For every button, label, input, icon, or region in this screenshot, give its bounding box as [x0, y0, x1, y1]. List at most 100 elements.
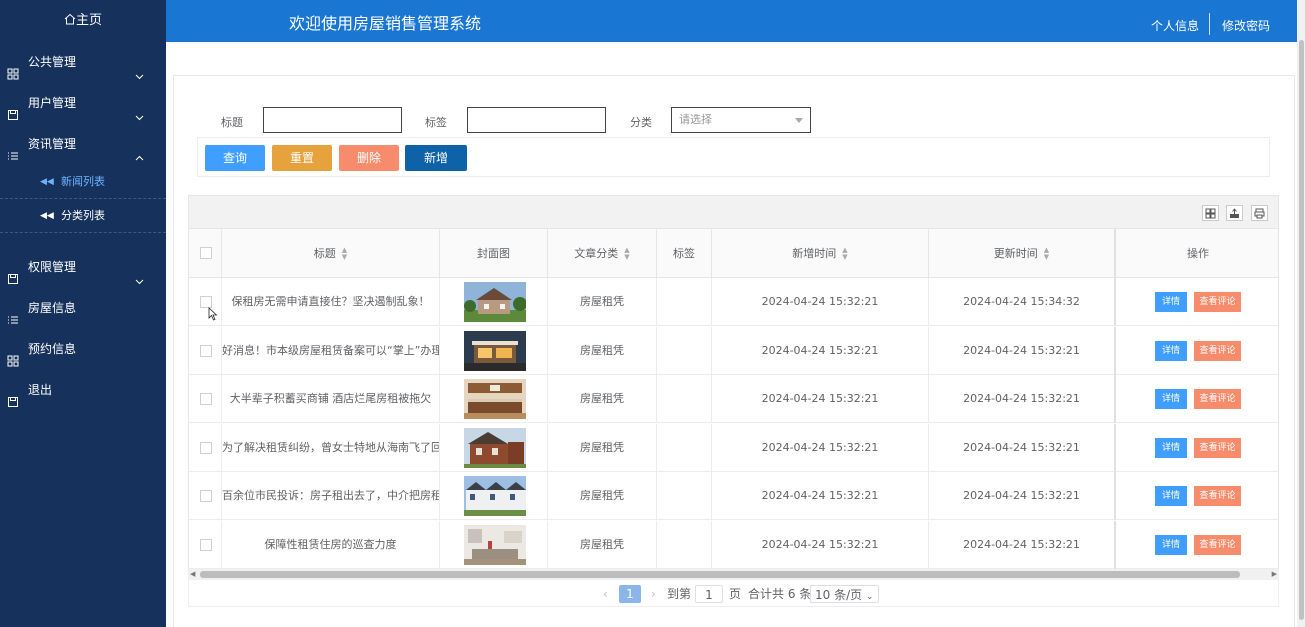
row-title: 为了解决租赁纠纷，曾女士特地从海南飞了回来: [222, 423, 440, 472]
page-size-select[interactable]: 10 条/页 ⌄: [810, 585, 879, 603]
row-updated: 2024-04-24 15:32:21: [929, 472, 1116, 520]
columns-icon[interactable]: [1202, 205, 1219, 221]
townhouse-photo[interactable]: [464, 476, 526, 516]
view-comments-button[interactable]: 查看评论: [1194, 534, 1241, 555]
brick-house-photo[interactable]: [464, 427, 526, 468]
row-created: 2024-04-24 15:32:21: [712, 423, 929, 472]
table-row[interactable]: 为了解决租赁纠纷，曾女士特地从海南飞了回来 房屋租凭 2024-04-24 15:3…: [189, 423, 1278, 472]
category-select[interactable]: 请选择: [671, 107, 811, 133]
grid-icon: [7, 343, 19, 367]
category-filter-label: 分类: [630, 116, 652, 129]
scroll-right-icon[interactable]: ▶: [1272, 569, 1277, 580]
col-category-label: 文章分类: [574, 247, 619, 260]
sidebar-item-menus2-1[interactable]: 房屋信息: [0, 288, 166, 329]
sidebar-subitem-1[interactable]: ◀◀ 分类列表: [0, 199, 166, 233]
tag-filter-input[interactable]: [467, 107, 606, 133]
row-checkbox[interactable]: [200, 441, 212, 454]
kitchen-photo[interactable]: [464, 379, 526, 419]
sidebar-item-menus2-3[interactable]: 退出: [0, 370, 166, 411]
col-title[interactable]: 标题 ▲ ▼: [222, 229, 440, 278]
title-filter-input[interactable]: [263, 107, 402, 133]
add-button[interactable]: 新增: [405, 145, 467, 171]
view-comments-button[interactable]: 查看评论: [1194, 486, 1241, 506]
sidebar-subitem-0[interactable]: ◀◀ 新闻列表: [0, 165, 166, 199]
view-comments-button[interactable]: 查看评论: [1194, 437, 1241, 458]
save-icon: [7, 261, 19, 284]
detail-button[interactable]: 详情: [1155, 292, 1187, 312]
page-scrollbar-thumb[interactable]: [1299, 40, 1304, 620]
double-arrow-left-icon: ◀◀: [40, 177, 54, 187]
chevron-down-icon: [135, 57, 144, 80]
list-icon: [7, 138, 19, 160]
col-category[interactable]: 文章分类 ▲ ▼: [548, 229, 657, 278]
sidebar-item-menus-1[interactable]: 用户管理: [0, 83, 166, 124]
row-category: 房屋租凭: [548, 326, 657, 375]
row-cover-cell: [440, 326, 548, 375]
sidebar-item-menus2-0[interactable]: 权限管理: [0, 247, 166, 288]
view-comments-button[interactable]: 查看评论: [1194, 389, 1241, 409]
export-icon[interactable]: [1226, 205, 1243, 221]
select-all-checkbox[interactable]: [200, 247, 212, 259]
page-unit-label: 页: [729, 587, 742, 601]
row-cover-cell: [440, 520, 548, 569]
table-row[interactable]: 保障性租赁住房的巡查力度 房屋租凭 2024-04-24 15:32:21 2024-…: [189, 520, 1278, 569]
table-row[interactable]: 保租房无需申请直接住？坚决遏制乱象！ 房屋租凭 2024-04-24 15:32:2…: [189, 278, 1278, 326]
reset-button[interactable]: 重置: [272, 145, 332, 171]
row-title-text: 百余位市民投诉：房子租出去了，中介把房租卷跑了: [222, 489, 440, 502]
page-number-current[interactable]: 1: [619, 585, 641, 603]
profile-link[interactable]: 个人信息: [1151, 17, 1199, 34]
goto-page-input[interactable]: 1: [695, 585, 723, 603]
table-row[interactable]: 大半辈子积蓄买商铺 酒店烂尾房租被拖欠 房屋租凭 2024-04-24 15:32:…: [189, 375, 1278, 423]
sidebar-item-menus-0[interactable]: 公共管理: [0, 42, 166, 83]
col-created[interactable]: 新增时间 ▲ ▼: [712, 229, 929, 278]
sort-icon[interactable]: ▲ ▼: [842, 247, 847, 261]
row-checkbox[interactable]: [200, 490, 212, 502]
view-comments-button[interactable]: 查看评论: [1194, 292, 1241, 312]
prev-page-icon[interactable]: ‹: [603, 585, 608, 603]
sidebar-home[interactable]: 主页: [0, 0, 166, 42]
sidebar-item-label: 资讯管理: [28, 137, 77, 151]
table-row[interactable]: 好消息！市本级房屋租赁备案可以“掌上”办理了 房屋租凭 2024-04-24 15:…: [189, 326, 1278, 375]
detail-button[interactable]: 详情: [1155, 340, 1187, 361]
sidebar-item-menus-2[interactable]: 资讯管理: [0, 124, 166, 165]
chevron-down-icon: [135, 262, 144, 285]
chevron-up-icon: [135, 139, 144, 161]
row-tag: [657, 423, 712, 472]
house-photo-1[interactable]: [464, 282, 526, 322]
print-icon[interactable]: [1251, 205, 1268, 221]
table-hscrollbar[interactable]: ◀ ▶: [188, 569, 1279, 580]
living-room-photo[interactable]: [464, 524, 526, 565]
table-row[interactable]: 百余位市民投诉：房子租出去了，中介把房租卷跑了 房屋租凭 2024-04-24 15…: [189, 472, 1278, 520]
row-checkbox[interactable]: [200, 538, 212, 551]
row-title: 大半辈子积蓄买商铺 酒店烂尾房租被拖欠: [222, 375, 440, 423]
sort-icon[interactable]: ▲ ▼: [342, 247, 347, 261]
row-checkbox[interactable]: [200, 393, 212, 405]
next-page-icon[interactable]: ›: [651, 585, 656, 603]
house-photo-2[interactable]: [464, 330, 526, 371]
chevron-down-icon: [135, 98, 144, 121]
grid-icon: [7, 56, 19, 80]
sidebar-subitem-label: 新闻列表: [61, 175, 105, 188]
table-hscrollbar-thumb[interactable]: [200, 571, 1240, 578]
detail-button[interactable]: 详情: [1155, 437, 1187, 458]
double-arrow-left-icon: ◀◀: [40, 211, 54, 221]
row-category: 房屋租凭: [548, 520, 657, 569]
row-category: 房屋租凭: [548, 472, 657, 520]
detail-button[interactable]: 详情: [1155, 534, 1187, 555]
detail-button[interactable]: 详情: [1155, 486, 1187, 506]
row-title-text: 好消息！市本级房屋租赁备案可以“掌上”办理了: [222, 343, 440, 357]
row-checkbox[interactable]: [200, 344, 212, 357]
title-filter-label: 标题: [221, 116, 243, 129]
sort-icon[interactable]: ▲ ▼: [1044, 247, 1049, 261]
row-actions: 详情 查看评论: [1116, 472, 1278, 520]
detail-button[interactable]: 详情: [1155, 389, 1187, 409]
sidebar-item-menus2-2[interactable]: 预约信息: [0, 329, 166, 370]
delete-button[interactable]: 删除: [339, 145, 399, 171]
save-icon: [7, 384, 19, 407]
col-updated[interactable]: 更新时间 ▲ ▼: [929, 229, 1116, 278]
change-password-link[interactable]: 修改密码: [1222, 17, 1270, 34]
scroll-left-icon[interactable]: ◀: [190, 569, 195, 580]
view-comments-button[interactable]: 查看评论: [1194, 340, 1241, 361]
sort-icon[interactable]: ▲ ▼: [624, 247, 629, 261]
query-button[interactable]: 查询: [205, 145, 265, 171]
